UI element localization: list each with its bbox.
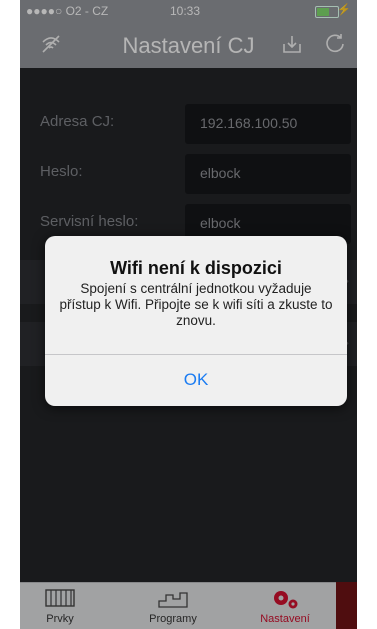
app-screen: ●●●●○ O2 - CZ 10:33 ⚡ Nastavení CJ Adres…	[20, 0, 357, 629]
alert-title: Wifi není k dispozici	[110, 258, 282, 278]
alert-message: Spojení s centrální jednotkou vyžaduje p…	[59, 281, 333, 328]
alert-dialog: Wifi není k dispozici Spojení s centráln…	[45, 236, 347, 406]
ok-button[interactable]: OK	[45, 355, 347, 406]
